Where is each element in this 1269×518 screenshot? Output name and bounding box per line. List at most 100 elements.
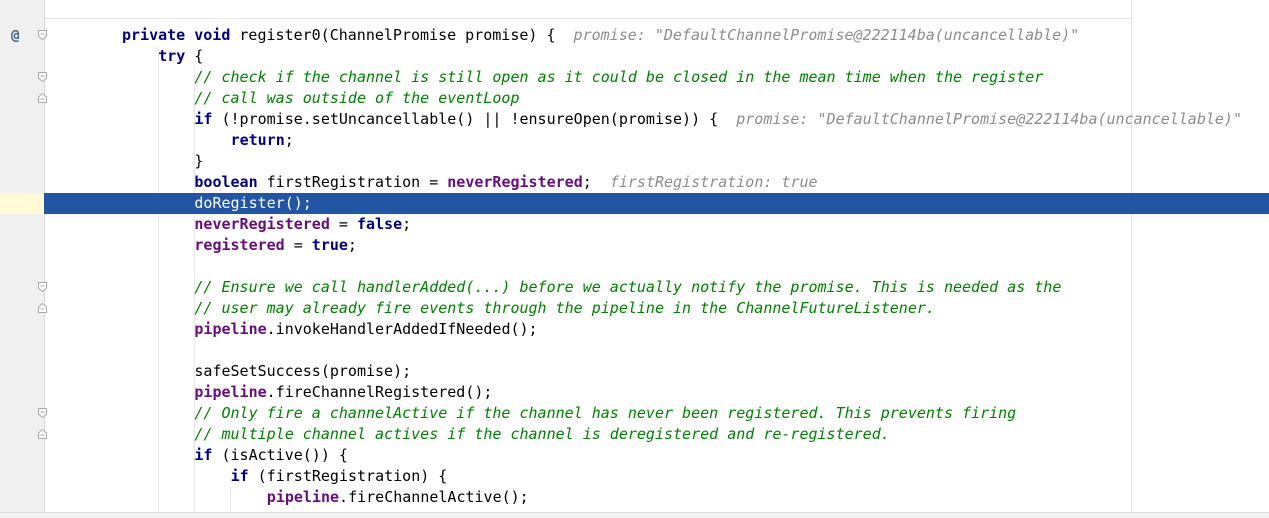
line-gutter-cell[interactable] bbox=[0, 88, 47, 109]
code-line[interactable]: // check if the channel is still open as… bbox=[0, 67, 1269, 88]
code-token: ; bbox=[402, 215, 412, 233]
code-text: pipeline.fireChannelActive(); bbox=[267, 487, 529, 508]
code-text: try { bbox=[158, 46, 203, 67]
code-line[interactable]: safeSetSuccess(promise); bbox=[0, 361, 1269, 382]
code-line[interactable]: return; bbox=[0, 130, 1269, 151]
fold-start-icon[interactable] bbox=[38, 30, 47, 40]
keyword-token: private bbox=[122, 26, 186, 44]
keyword-token: boolean bbox=[194, 173, 258, 191]
code-line[interactable]: neverRegistered = false; bbox=[0, 214, 1269, 235]
code-text: // Ensure we call handlerAdded(...) befo… bbox=[194, 277, 1061, 298]
line-gutter-cell[interactable] bbox=[0, 172, 44, 193]
inlay-hint: promise: "DefaultChannelPromise@222114ba… bbox=[736, 110, 1242, 128]
code-line[interactable]: // call was outside of the eventLoop bbox=[0, 88, 1269, 109]
field-token: pipeline bbox=[194, 320, 267, 338]
code-line[interactable]: pipeline.fireChannelActive(); bbox=[0, 487, 1269, 508]
line-gutter-cell[interactable] bbox=[0, 445, 44, 466]
code-text: // multiple channel actives if the chann… bbox=[194, 424, 889, 445]
code-line[interactable]: boolean firstRegistration = neverRegiste… bbox=[0, 172, 1269, 193]
line-gutter-cell[interactable] bbox=[0, 193, 44, 214]
code-text: // check if the channel is still open as… bbox=[194, 67, 1043, 88]
code-line[interactable]: if (firstRegistration) { bbox=[0, 466, 1269, 487]
line-gutter-cell[interactable]: @ bbox=[0, 25, 47, 47]
line-gutter-cell[interactable] bbox=[0, 466, 44, 487]
code-line[interactable]: registered = true; bbox=[0, 235, 1269, 256]
current-execution-line[interactable]: doRegister(); bbox=[0, 193, 1269, 214]
code-line[interactable]: // multiple channel actives if the chann… bbox=[0, 424, 1269, 445]
code-text: neverRegistered = false; bbox=[194, 214, 411, 235]
fold-start-icon[interactable] bbox=[38, 72, 47, 82]
field-token: registered bbox=[194, 236, 285, 254]
code-line[interactable]: // Only fire a channelActive if the chan… bbox=[0, 403, 1269, 424]
code-line[interactable]: } bbox=[0, 151, 1269, 172]
inlay-hint: promise: "DefaultChannelPromise@222114ba… bbox=[573, 26, 1080, 44]
code-text: } bbox=[194, 151, 203, 172]
line-gutter-cell[interactable] bbox=[0, 403, 47, 424]
code-text: safeSetSuccess(promise); bbox=[194, 361, 411, 382]
code-editor[interactable]: @ private void register0(ChannelPromise p… bbox=[0, 0, 1269, 517]
code-line[interactable]: pipeline.invokeHandlerAddedIfNeeded(); bbox=[0, 319, 1269, 340]
field-token: pipeline bbox=[194, 383, 267, 401]
code-text: boolean firstRegistration = neverRegiste… bbox=[194, 172, 817, 193]
code-line[interactable]: try { bbox=[0, 46, 1269, 67]
line-gutter-cell[interactable] bbox=[0, 214, 44, 235]
keyword-token: if bbox=[194, 446, 213, 464]
fold-end-icon[interactable] bbox=[38, 303, 47, 313]
code-text: if (!promise.setUncancellable() || !ensu… bbox=[194, 109, 1242, 130]
code-text: private void register0(ChannelPromise pr… bbox=[122, 25, 1079, 46]
line-gutter-cell[interactable] bbox=[0, 46, 44, 67]
line-gutter-cell[interactable] bbox=[0, 235, 44, 256]
code-text: registered = true; bbox=[194, 235, 357, 256]
code-token: } bbox=[194, 152, 204, 170]
line-gutter-cell[interactable] bbox=[0, 319, 44, 340]
line-gutter-cell[interactable] bbox=[0, 424, 47, 445]
keyword-token: void bbox=[194, 26, 231, 44]
code-token: .fireChannelRegistered(); bbox=[266, 383, 493, 401]
fold-start-icon[interactable] bbox=[38, 282, 47, 292]
code-line[interactable]: pipeline.fireChannelRegistered(); bbox=[0, 382, 1269, 403]
line-gutter-cell[interactable] bbox=[0, 487, 44, 508]
line-gutter-cell[interactable] bbox=[0, 298, 47, 319]
field-token: neverRegistered bbox=[447, 173, 583, 191]
comment-token: // Only fire a channelActive if the chan… bbox=[194, 404, 1017, 422]
code-line[interactable]: if (isActive()) { bbox=[0, 445, 1269, 466]
override-method-icon[interactable]: @ bbox=[11, 26, 19, 47]
code-line[interactable] bbox=[0, 256, 1269, 277]
line-gutter-cell[interactable] bbox=[0, 151, 44, 172]
line-gutter-cell[interactable] bbox=[0, 67, 47, 88]
fold-end-icon[interactable] bbox=[38, 429, 47, 439]
code-token: (!promise.setUncancellable() || !ensureO… bbox=[212, 110, 737, 128]
keyword-token: true bbox=[311, 236, 348, 254]
line-gutter-cell[interactable] bbox=[0, 382, 44, 403]
line-gutter-cell[interactable] bbox=[0, 130, 44, 151]
inlay-hint: firstRegistration: true bbox=[609, 173, 818, 191]
code-line[interactable]: // Ensure we call handlerAdded(...) befo… bbox=[0, 277, 1269, 298]
code-text: if (firstRegistration) { bbox=[231, 466, 448, 487]
keyword-token: false bbox=[356, 215, 403, 233]
code-token: safeSetSuccess(promise); bbox=[194, 362, 412, 380]
code-line[interactable]: // user may already fire events through … bbox=[0, 298, 1269, 319]
fold-end-icon[interactable] bbox=[38, 93, 47, 103]
fold-start-icon[interactable] bbox=[38, 408, 47, 418]
comment-token: // call was outside of the eventLoop bbox=[194, 89, 520, 107]
comment-token: // multiple channel actives if the chann… bbox=[194, 425, 890, 443]
code-line[interactable] bbox=[0, 340, 1269, 361]
code-token: = bbox=[329, 215, 357, 233]
keyword-token: if bbox=[194, 110, 213, 128]
line-gutter-cell[interactable] bbox=[0, 361, 44, 382]
line-gutter-cell[interactable] bbox=[0, 256, 44, 277]
keyword-token: return bbox=[230, 131, 285, 149]
code-line[interactable]: @ private void register0(ChannelPromise p… bbox=[0, 25, 1269, 46]
line-gutter-cell[interactable] bbox=[0, 277, 47, 298]
code-token: { bbox=[185, 47, 204, 65]
code-token: (isActive()) { bbox=[212, 446, 348, 464]
comment-token: // check if the channel is still open as… bbox=[194, 68, 1044, 86]
code-token: ; bbox=[284, 131, 294, 149]
horizontal-scrollbar[interactable] bbox=[0, 512, 1269, 518]
code-token: register0(ChannelPromise promise) { bbox=[230, 26, 574, 44]
line-gutter-cell[interactable] bbox=[0, 109, 44, 130]
comment-token: // user may already fire events through … bbox=[194, 299, 935, 317]
code-line[interactable]: if (!promise.setUncancellable() || !ensu… bbox=[0, 109, 1269, 130]
line-gutter-cell[interactable] bbox=[0, 340, 44, 361]
